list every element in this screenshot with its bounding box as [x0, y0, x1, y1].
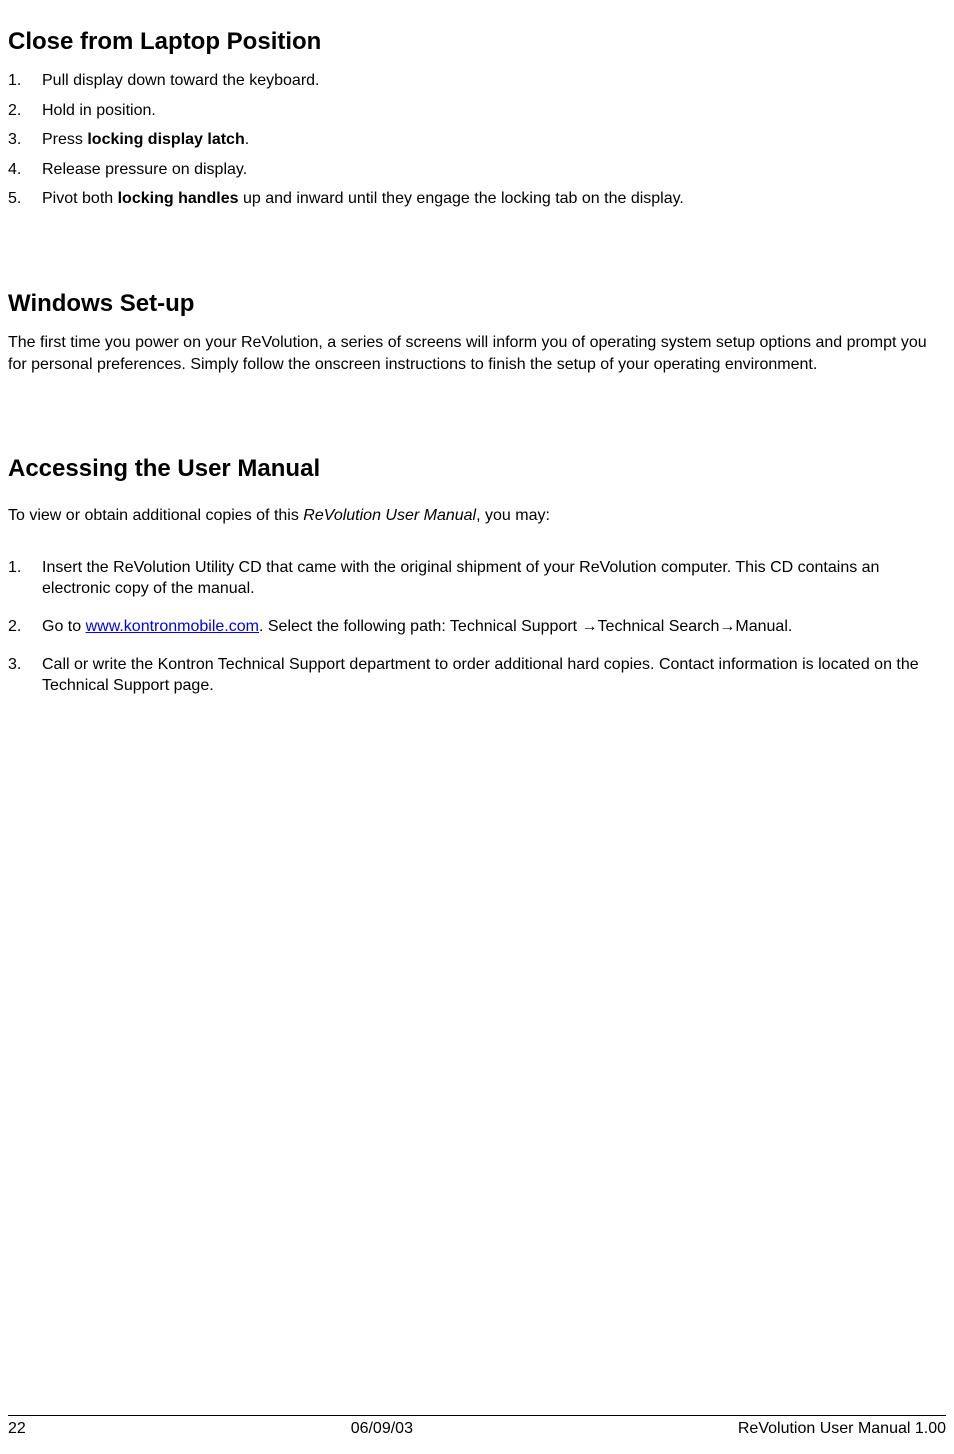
- text: Press: [42, 131, 87, 148]
- windows-setup-body: The first time you power on your ReVolut…: [8, 332, 946, 375]
- text: , you may:: [476, 507, 550, 524]
- footer-date: 06/09/03: [26, 1420, 738, 1438]
- kontronmobile-link[interactable]: www.kontronmobile.com: [86, 618, 259, 635]
- bold-text: locking display latch: [87, 131, 244, 148]
- list-item: Press locking display latch.: [8, 129, 946, 151]
- text: Pivot both: [42, 190, 118, 207]
- footer-doc-title: ReVolution User Manual 1.00: [738, 1420, 946, 1438]
- list-item: Pivot both locking handles up and inward…: [8, 188, 946, 210]
- page-footer: 22 06/09/03 ReVolution User Manual 1.00: [8, 1415, 946, 1438]
- list-item: Call or write the Kontron Technical Supp…: [8, 654, 946, 697]
- bold-text: locking handles: [118, 190, 239, 207]
- text: To view or obtain additional copies of t…: [8, 507, 303, 524]
- footer-page-number: 22: [8, 1420, 26, 1438]
- close-laptop-steps-list: Pull display down toward the keyboard. H…: [8, 70, 946, 210]
- heading-windows-setup: Windows Set-up: [8, 290, 946, 318]
- text: .: [245, 131, 249, 148]
- accessing-manual-intro: To view or obtain additional copies of t…: [8, 505, 946, 527]
- list-item: Hold in position.: [8, 100, 946, 122]
- list-item: Go to www.kontronmobile.com. Select the …: [8, 616, 946, 638]
- text: . Select the following path: Technical S…: [259, 618, 792, 635]
- accessing-manual-steps-list: Insert the ReVolution Utility CD that ca…: [8, 557, 946, 697]
- list-item: Insert the ReVolution Utility CD that ca…: [8, 557, 946, 600]
- list-item: Pull display down toward the keyboard.: [8, 70, 946, 92]
- italic-text: ReVolution User Manual: [303, 507, 476, 524]
- text: Go to: [42, 618, 86, 635]
- list-item: Release pressure on display.: [8, 159, 946, 181]
- heading-accessing-manual: Accessing the User Manual: [8, 455, 946, 483]
- text: up and inward until they engage the lock…: [239, 190, 684, 207]
- heading-close-from-laptop: Close from Laptop Position: [8, 28, 946, 56]
